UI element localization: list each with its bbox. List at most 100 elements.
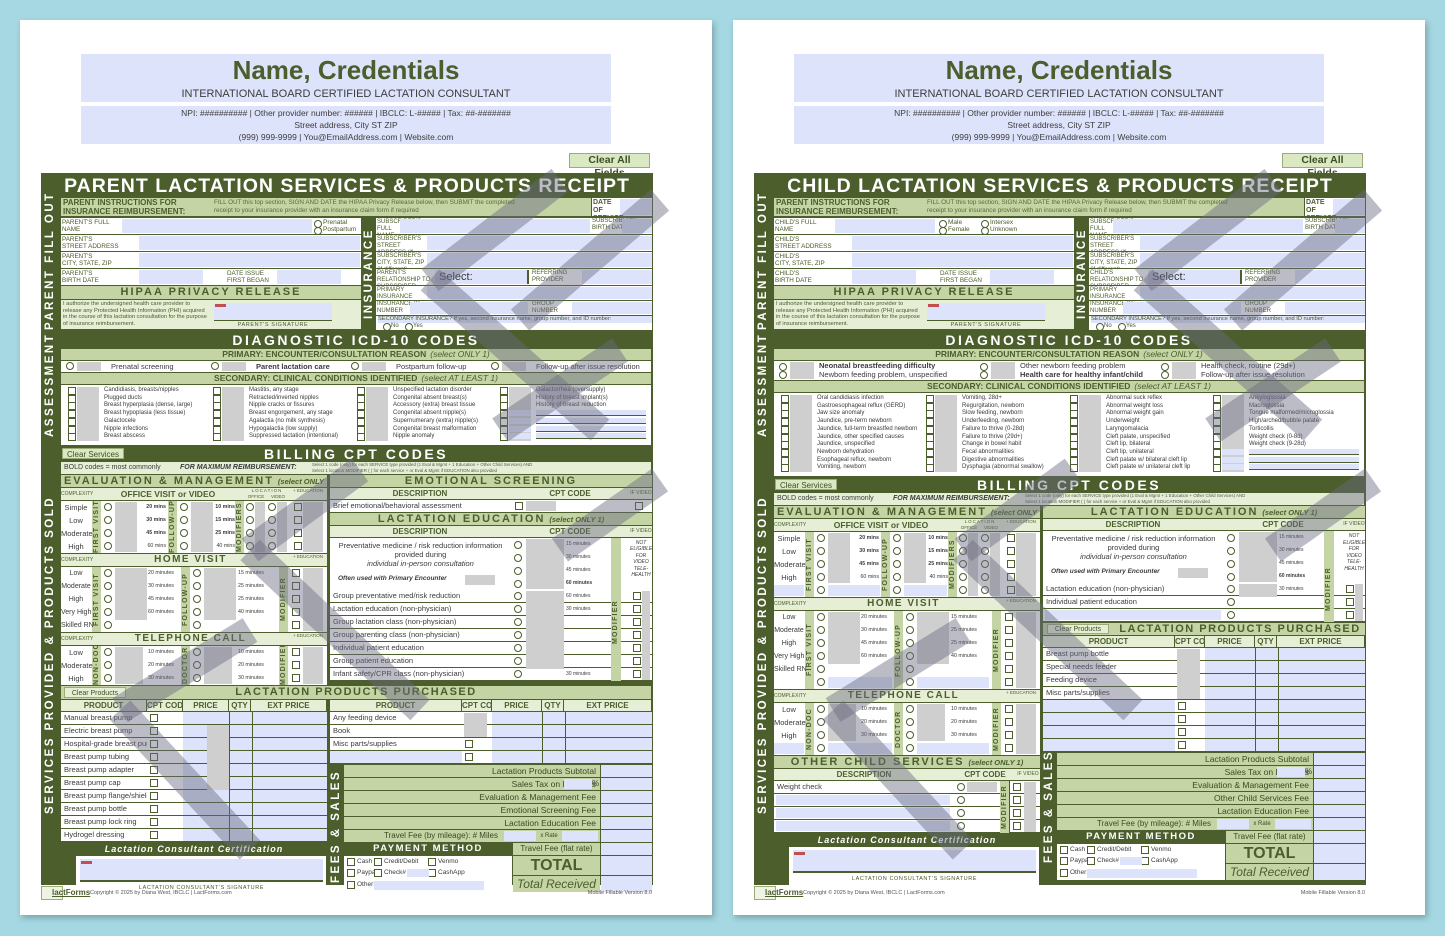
child-product-qty-input[interactable] xyxy=(1256,700,1278,712)
parent-video-modifier-radio[interactable] xyxy=(268,502,276,511)
parent-subscriber-full-name-input[interactable] xyxy=(400,219,590,233)
parent-product-checkbox[interactable] xyxy=(150,752,158,761)
parent-product-checkbox[interactable] xyxy=(150,778,158,787)
parent-lact-ed-radio[interactable] xyxy=(514,669,522,678)
parent-product-price-input[interactable] xyxy=(183,815,229,828)
child-product-checkbox[interactable] xyxy=(1178,715,1186,723)
child-product-row[interactable] xyxy=(1043,700,1175,712)
child-product-price-input[interactable] xyxy=(1205,713,1255,725)
child-office-modifier-radio[interactable] xyxy=(959,573,967,581)
child-office-follow-up-radio[interactable] xyxy=(893,534,901,542)
parent-home-follow-up-radio[interactable] xyxy=(193,607,201,616)
parent-product-checkbox[interactable] xyxy=(150,830,158,839)
child-home-modifier-checkbox[interactable] xyxy=(1005,665,1013,673)
child-product-qty-input[interactable] xyxy=(1256,739,1278,751)
child-product-price-input[interactable] xyxy=(1205,726,1255,738)
parent-emotional-checkbox[interactable] xyxy=(515,501,523,510)
child-phone-doctor-radio[interactable] xyxy=(906,705,914,713)
parent-home-first-visit-radio[interactable] xyxy=(104,607,112,616)
child-clear-services-button[interactable]: Clear Services xyxy=(775,479,837,490)
parent-home-first-visit-radio[interactable] xyxy=(104,594,112,603)
parent-emotional-video-checkbox[interactable] xyxy=(635,501,643,510)
child-relationship-select[interactable]: Select: xyxy=(1148,270,1240,284)
parent-home-follow-up-radio[interactable] xyxy=(193,568,201,577)
child-secondary-checkbox[interactable] xyxy=(1213,464,1221,473)
child-other-video-checkbox[interactable] xyxy=(1013,783,1021,791)
parent-custom-condition-input[interactable] xyxy=(536,410,646,417)
child-other-video-checkbox[interactable] xyxy=(1013,809,1021,817)
parent-secondary-yes-radio[interactable] xyxy=(405,323,413,331)
child-product-qty-input[interactable] xyxy=(1256,687,1278,699)
parent-date-issue-input[interactable] xyxy=(277,270,341,284)
child-office-follow-up-radio[interactable] xyxy=(893,573,901,581)
parent-office-follow-up-radio[interactable] xyxy=(180,502,188,511)
parent-payment-cashapp-checkbox[interactable] xyxy=(428,868,436,877)
child-lact-ed-radio[interactable] xyxy=(1227,585,1235,593)
parent-phone-doctor-radio[interactable] xyxy=(193,660,201,669)
child-office-first-visit-radio[interactable] xyxy=(817,534,825,542)
parent-lact-ed-radio[interactable] xyxy=(514,656,522,665)
child-home-first-visit-radio[interactable] xyxy=(817,652,825,660)
child-office-follow-up-radio[interactable] xyxy=(893,560,901,568)
parent-date-of-service-input[interactable] xyxy=(620,199,652,215)
parent-icd-code-field[interactable] xyxy=(502,362,526,371)
child-product-price-input[interactable] xyxy=(1205,648,1255,660)
child-other-service-custom-input[interactable] xyxy=(776,821,950,831)
child-office-first-custom-input[interactable] xyxy=(828,585,880,596)
parent-office-first-visit-radio[interactable] xyxy=(104,502,112,511)
child-primary-radio[interactable] xyxy=(980,363,988,371)
parent-fee-input[interactable] xyxy=(601,777,652,790)
child-phone-custom-level-input[interactable] xyxy=(774,743,804,754)
parent-clear-services-button[interactable]: Clear Services xyxy=(62,447,124,459)
child-total-received-input[interactable] xyxy=(1314,864,1365,880)
child-primary-radio[interactable] xyxy=(980,371,988,379)
parent-product-qty-input[interactable] xyxy=(230,737,252,750)
parent-primary-radio[interactable] xyxy=(66,362,74,370)
parent-product-ext-price-input[interactable] xyxy=(253,724,327,737)
parent-product-qty-input[interactable] xyxy=(230,815,252,828)
child-primary-radio[interactable] xyxy=(779,363,787,371)
parent-video-modifier-radio[interactable] xyxy=(268,541,276,550)
parent-product-qty-input[interactable] xyxy=(230,776,252,789)
parent-phone-doctor-radio[interactable] xyxy=(193,647,201,656)
child-custom-code-input[interactable] xyxy=(1222,448,1244,455)
child-fee-input[interactable] xyxy=(1314,779,1365,791)
parent-office-education-checkbox[interactable] xyxy=(294,515,302,524)
parent-product-checkbox[interactable] xyxy=(150,739,158,748)
parent-phone-doctor-radio[interactable] xyxy=(193,673,201,682)
child-home-modifier-checkbox[interactable] xyxy=(1005,678,1013,686)
child-travel-flat-input[interactable] xyxy=(1314,831,1365,843)
child-subscriber-full-name-input[interactable] xyxy=(1113,219,1303,233)
parent-sales-tax-percent-input[interactable] xyxy=(564,778,592,789)
parent-office-education-checkbox[interactable] xyxy=(294,502,302,511)
child-insurance-id-input[interactable] xyxy=(1123,302,1241,314)
child-home-first-visit-radio[interactable] xyxy=(817,626,825,634)
child-primary-insurance-input[interactable] xyxy=(1140,287,1365,299)
child-home-first-custom-input[interactable] xyxy=(828,677,892,688)
parent-product-price-input[interactable] xyxy=(183,711,229,724)
parent-primary-radio[interactable] xyxy=(211,362,219,370)
parent-travel-mileage-fee-input[interactable] xyxy=(601,829,652,842)
parent-office-modifier-radio[interactable] xyxy=(246,528,254,537)
child-product-ext-price-input[interactable] xyxy=(1279,739,1365,751)
parent-office-follow-up-radio[interactable] xyxy=(180,515,188,524)
parent-home-first-visit-radio[interactable] xyxy=(104,581,112,590)
parent-primary-radio[interactable] xyxy=(351,362,359,370)
child-subscriber-city-input[interactable] xyxy=(1140,253,1365,267)
parent-payment-venmo-checkbox[interactable] xyxy=(428,857,436,866)
parent-secondary-no-radio[interactable] xyxy=(383,323,391,331)
child-payment-venmo-checkbox[interactable] xyxy=(1141,846,1149,854)
child-home-first-visit-radio[interactable] xyxy=(817,613,825,621)
parent-lact-ed-video-checkbox[interactable] xyxy=(633,669,641,678)
child-fee-input[interactable] xyxy=(1314,805,1365,817)
parent-payment-paypal-checkbox[interactable] xyxy=(347,868,355,877)
parent-secondary-checkbox[interactable] xyxy=(500,433,508,442)
child-product-row[interactable] xyxy=(1043,739,1175,751)
child-payment-creditdebit-checkbox[interactable] xyxy=(1087,846,1095,854)
child-home-first-visit-radio[interactable] xyxy=(817,665,825,673)
child-other-video-checkbox[interactable] xyxy=(1013,822,1021,830)
child-video-modifier-radio[interactable] xyxy=(981,586,989,594)
child-secondary-checkbox[interactable] xyxy=(781,464,789,473)
parent-phone-modifier-checkbox[interactable] xyxy=(292,647,300,656)
child-product-price-input[interactable] xyxy=(1205,674,1255,686)
